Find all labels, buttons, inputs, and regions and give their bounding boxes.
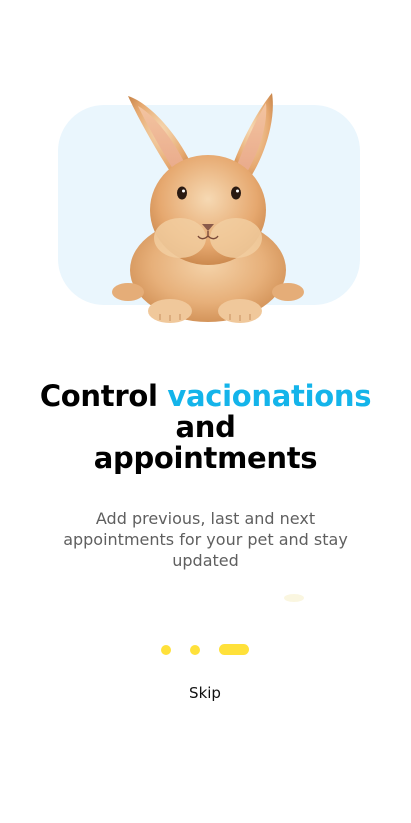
title-prefix: Control bbox=[39, 379, 158, 413]
onboarding-description: Add previous, last and next appointments… bbox=[63, 509, 348, 570]
page-dot-3-active[interactable] bbox=[219, 644, 249, 655]
page-indicator bbox=[0, 643, 411, 657]
page-dot-2[interactable] bbox=[190, 645, 200, 655]
skip-button[interactable]: Skip bbox=[170, 682, 240, 704]
page-dot-1[interactable] bbox=[161, 645, 171, 655]
title-line-3: appointments bbox=[93, 441, 318, 475]
title-line-2: and bbox=[175, 410, 236, 444]
onboarding-title: Control vacionations and appointments bbox=[20, 381, 391, 474]
decorative-smudge bbox=[284, 594, 304, 602]
title-highlight: vacionations bbox=[167, 379, 372, 413]
rabbit-illustration bbox=[108, 88, 308, 333]
